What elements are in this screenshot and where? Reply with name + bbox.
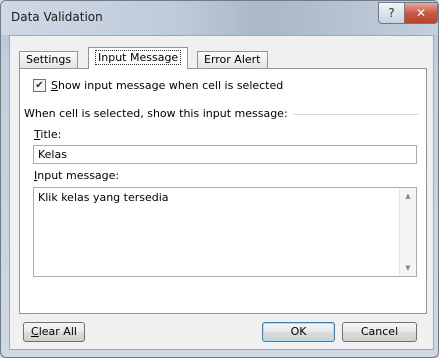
input-message-text: Klik kelas yang tersedia bbox=[38, 191, 169, 204]
title-input[interactable] bbox=[33, 145, 417, 164]
group-label: When cell is selected, show this input m… bbox=[24, 107, 288, 120]
group-divider bbox=[293, 114, 418, 115]
tab-input-message[interactable]: Input Message bbox=[88, 47, 189, 69]
tab-input-message-label: Input Message bbox=[95, 50, 182, 65]
help-button[interactable]: ? bbox=[378, 2, 405, 24]
input-message-label: Input message: bbox=[34, 169, 120, 182]
help-icon: ? bbox=[388, 6, 395, 20]
show-input-message-checkbox[interactable]: ✔ bbox=[33, 79, 46, 92]
clear-all-button[interactable]: Clear All bbox=[23, 322, 85, 342]
close-icon: ✕ bbox=[415, 6, 427, 20]
ok-button[interactable]: OK bbox=[262, 322, 335, 342]
close-button[interactable]: ✕ bbox=[404, 2, 438, 24]
data-validation-dialog: Data Validation ? ✕ Settings Input Messa… bbox=[0, 0, 439, 358]
tab-error-alert-label: Error Alert bbox=[204, 53, 261, 66]
input-message-group: When cell is selected, show this input m… bbox=[24, 107, 418, 120]
scroll-down-icon[interactable]: ▼ bbox=[400, 260, 416, 276]
input-message-textarea[interactable]: Klik kelas yang tersedia ▲ ▼ bbox=[33, 187, 417, 277]
show-input-message-label: Show input message when cell is selected bbox=[51, 79, 284, 92]
tab-error-alert[interactable]: Error Alert bbox=[197, 51, 268, 68]
checkmark-icon: ✔ bbox=[35, 80, 44, 91]
tab-settings-label: Settings bbox=[26, 53, 72, 66]
title-label: Title: bbox=[34, 128, 62, 141]
vertical-scrollbar[interactable]: ▲ ▼ bbox=[399, 188, 416, 276]
title-bar[interactable]: Data Validation ? ✕ bbox=[1, 1, 438, 35]
tab-settings[interactable]: Settings bbox=[19, 51, 79, 68]
input-message-panel: ✔ Show input message when cell is select… bbox=[19, 68, 427, 314]
scroll-up-icon[interactable]: ▲ bbox=[400, 188, 416, 204]
cancel-button[interactable]: Cancel bbox=[342, 322, 417, 342]
dialog-client-area: Settings Input Message Error Alert ✔ Sho… bbox=[9, 35, 434, 350]
show-input-message-option[interactable]: ✔ Show input message when cell is select… bbox=[33, 79, 283, 92]
window-title: Data Validation bbox=[11, 10, 103, 24]
